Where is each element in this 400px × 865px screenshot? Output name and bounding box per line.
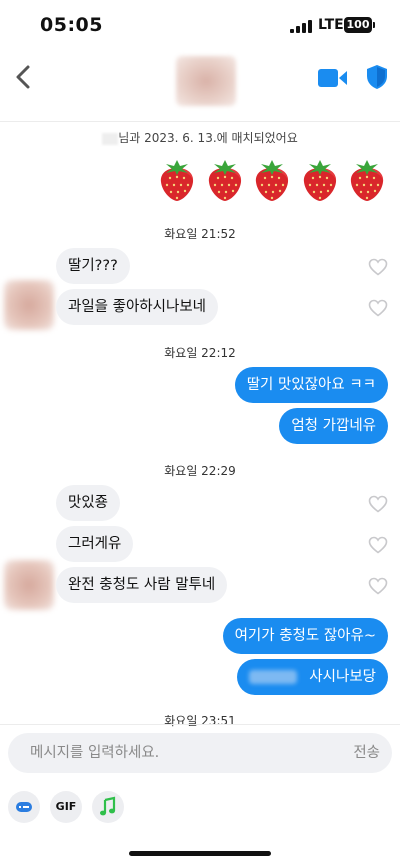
message-input-placeholder: 메시지를 입력하세요. <box>30 745 160 761</box>
message-bubble-incoming[interactable]: 완전 충청도 사람 말투네 <box>56 567 228 603</box>
heart-icon[interactable] <box>368 258 388 276</box>
message-text: 사시나보당 <box>309 669 376 685</box>
back-button[interactable] <box>12 62 36 92</box>
message-bubble-outgoing[interactable]: 여기가 충청도 잖아유~ <box>222 618 388 654</box>
timestamp: 화요일 21:52 <box>164 227 236 241</box>
message-bubble-incoming[interactable]: 딸기??? <box>56 248 130 284</box>
message-bubble-outgoing[interactable]: 딸기 맛있잖아요 ㅋㅋ <box>234 367 388 403</box>
sticker-row <box>158 158 386 202</box>
timestamp: 화요일 22:12 <box>164 346 236 360</box>
message-bubble-incoming[interactable]: 과일을 좋아하시나보네 <box>56 289 219 325</box>
message-bubble-incoming[interactable]: 그러게유 <box>56 526 134 562</box>
match-avatar[interactable] <box>176 56 236 106</box>
message-input[interactable]: 메시지를 입력하세요. 전송 <box>8 733 392 773</box>
heart-icon[interactable] <box>368 495 388 513</box>
message-bubble-incoming[interactable]: 맛있죵 <box>56 485 121 521</box>
strawberry-icon[interactable] <box>158 158 196 202</box>
emoji-badge-icon <box>16 802 32 812</box>
music-button[interactable] <box>92 791 124 823</box>
attachment-row: GIF <box>0 787 400 827</box>
video-camera-icon <box>318 69 347 87</box>
heart-icon[interactable] <box>368 577 388 595</box>
emoji-badge-button[interactable] <box>8 791 40 823</box>
timestamp: 화요일 22:29 <box>164 464 236 478</box>
cellular-signal-icon <box>290 20 312 33</box>
gif-button[interactable]: GIF <box>50 791 82 823</box>
strawberry-icon[interactable] <box>206 158 244 202</box>
home-indicator <box>129 851 271 856</box>
video-call-button[interactable] <box>318 67 348 89</box>
shield-icon <box>367 65 387 89</box>
match-notice-text: 님과 2023. 6. 13.에 매치되었어요 <box>118 131 298 145</box>
match-notice: 님과 2023. 6. 13.에 매치되었어요 <box>0 129 400 146</box>
message-bubble-outgoing[interactable]: 엄청 가깝네유 <box>279 408 388 444</box>
send-button[interactable]: 전송 <box>353 733 380 773</box>
chevron-left-icon <box>16 65 30 89</box>
sender-avatar[interactable] <box>4 280 54 330</box>
sender-avatar[interactable] <box>4 560 54 610</box>
status-bar: 05:05 LTE 100 <box>0 0 400 50</box>
message-bubble-outgoing[interactable]: 사시나보당 <box>237 659 388 695</box>
chat-header <box>0 50 400 122</box>
composer: 메시지를 입력하세요. 전송 <box>0 724 400 784</box>
heart-icon[interactable] <box>368 299 388 317</box>
blurred-name <box>102 132 119 145</box>
battery-icon: 100 <box>344 17 372 33</box>
strawberry-icon[interactable] <box>301 158 339 202</box>
safety-button[interactable] <box>366 64 388 90</box>
status-time: 05:05 <box>40 14 103 36</box>
battery-tip <box>373 22 375 28</box>
strawberry-icon[interactable] <box>348 158 386 202</box>
gif-icon: GIF <box>55 800 77 813</box>
blurred-text <box>249 670 298 684</box>
heart-icon[interactable] <box>368 536 388 554</box>
music-note-icon <box>100 796 116 816</box>
strawberry-icon[interactable] <box>253 158 291 202</box>
network-type: LTE <box>318 17 344 33</box>
